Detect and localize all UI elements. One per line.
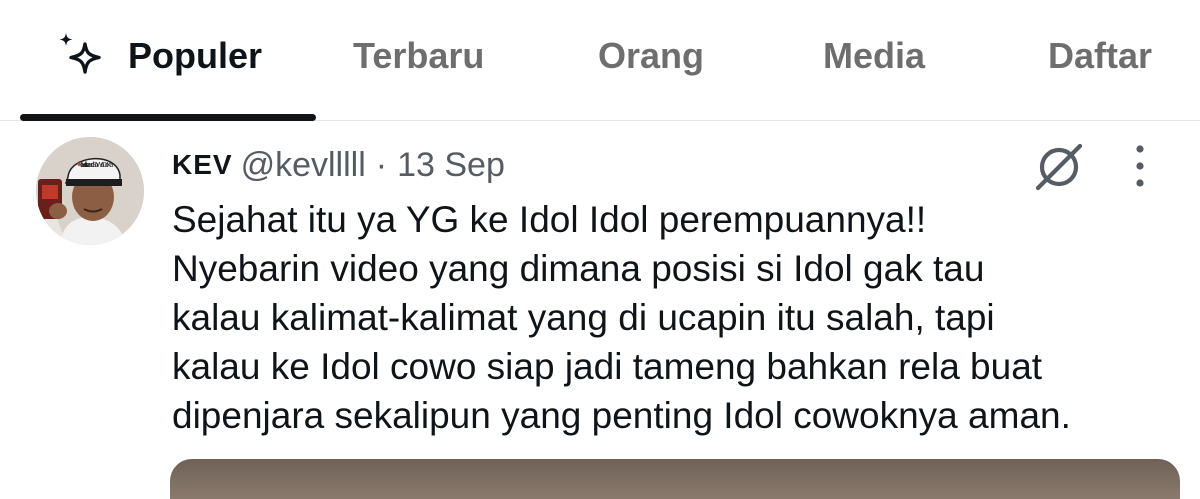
tab-label: Terbaru	[353, 35, 485, 76]
tweet-text-line: Sejahat itu ya YG ke Idol Idol perempuan…	[172, 199, 927, 240]
tab-label: Media	[823, 35, 926, 76]
sparkle-icon	[59, 33, 101, 74]
tweet-text-line: Nyebarin video yang dimana posisi si Ido…	[172, 248, 985, 289]
avatar-caption: I love lalisa and SoWoDoKa	[80, 162, 113, 169]
avatar[interactable]: I love lalisa and SoWoDoKa	[36, 137, 144, 245]
tab-populer[interactable]: Populer	[56, 28, 262, 84]
display-name[interactable]: KEV	[172, 149, 233, 181]
more-vertical-icon[interactable]	[1128, 143, 1152, 189]
tab-terbaru[interactable]: Terbaru	[353, 28, 484, 84]
tab-media[interactable]: Media	[823, 28, 925, 84]
tab-label: Populer	[128, 35, 263, 76]
tweet-header: KEV @kevlllll · 13 Sep	[172, 143, 505, 187]
tab-orang[interactable]: Orang	[598, 28, 704, 84]
tweet-media[interactable]	[170, 459, 1180, 499]
tweet-card[interactable]: I love lalisa and SoWoDoKa KEV @kevlllll…	[0, 121, 1200, 499]
user-handle[interactable]: @kevlllll	[241, 146, 366, 185]
tweet-text: Sejahat itu ya YG ke Idol Idol perempuan…	[172, 195, 1182, 440]
explore-tab-bar: Populer Terbaru Orang Media Daftar	[0, 0, 1200, 121]
tweet-text-line: kalau ke Idol cowo siap jadi tameng bahk…	[172, 346, 1043, 387]
tab-label: Orang	[598, 35, 705, 76]
tweet-text-line: dipenjara sekalipun yang penting Idol co…	[172, 395, 1071, 436]
tab-label: Daftar	[1048, 35, 1153, 76]
grok-icon[interactable]	[1032, 139, 1086, 193]
timestamp[interactable]: 13 Sep	[397, 146, 505, 185]
tab-daftar[interactable]: Daftar	[1048, 28, 1152, 84]
avatar-image: I love lalisa and SoWoDoKa	[36, 137, 144, 245]
active-tab-indicator	[20, 114, 316, 121]
tweet-text-line: kalau kalimat-kalimat yang di ucapin itu…	[172, 297, 995, 338]
separator-dot: ·	[375, 145, 388, 184]
